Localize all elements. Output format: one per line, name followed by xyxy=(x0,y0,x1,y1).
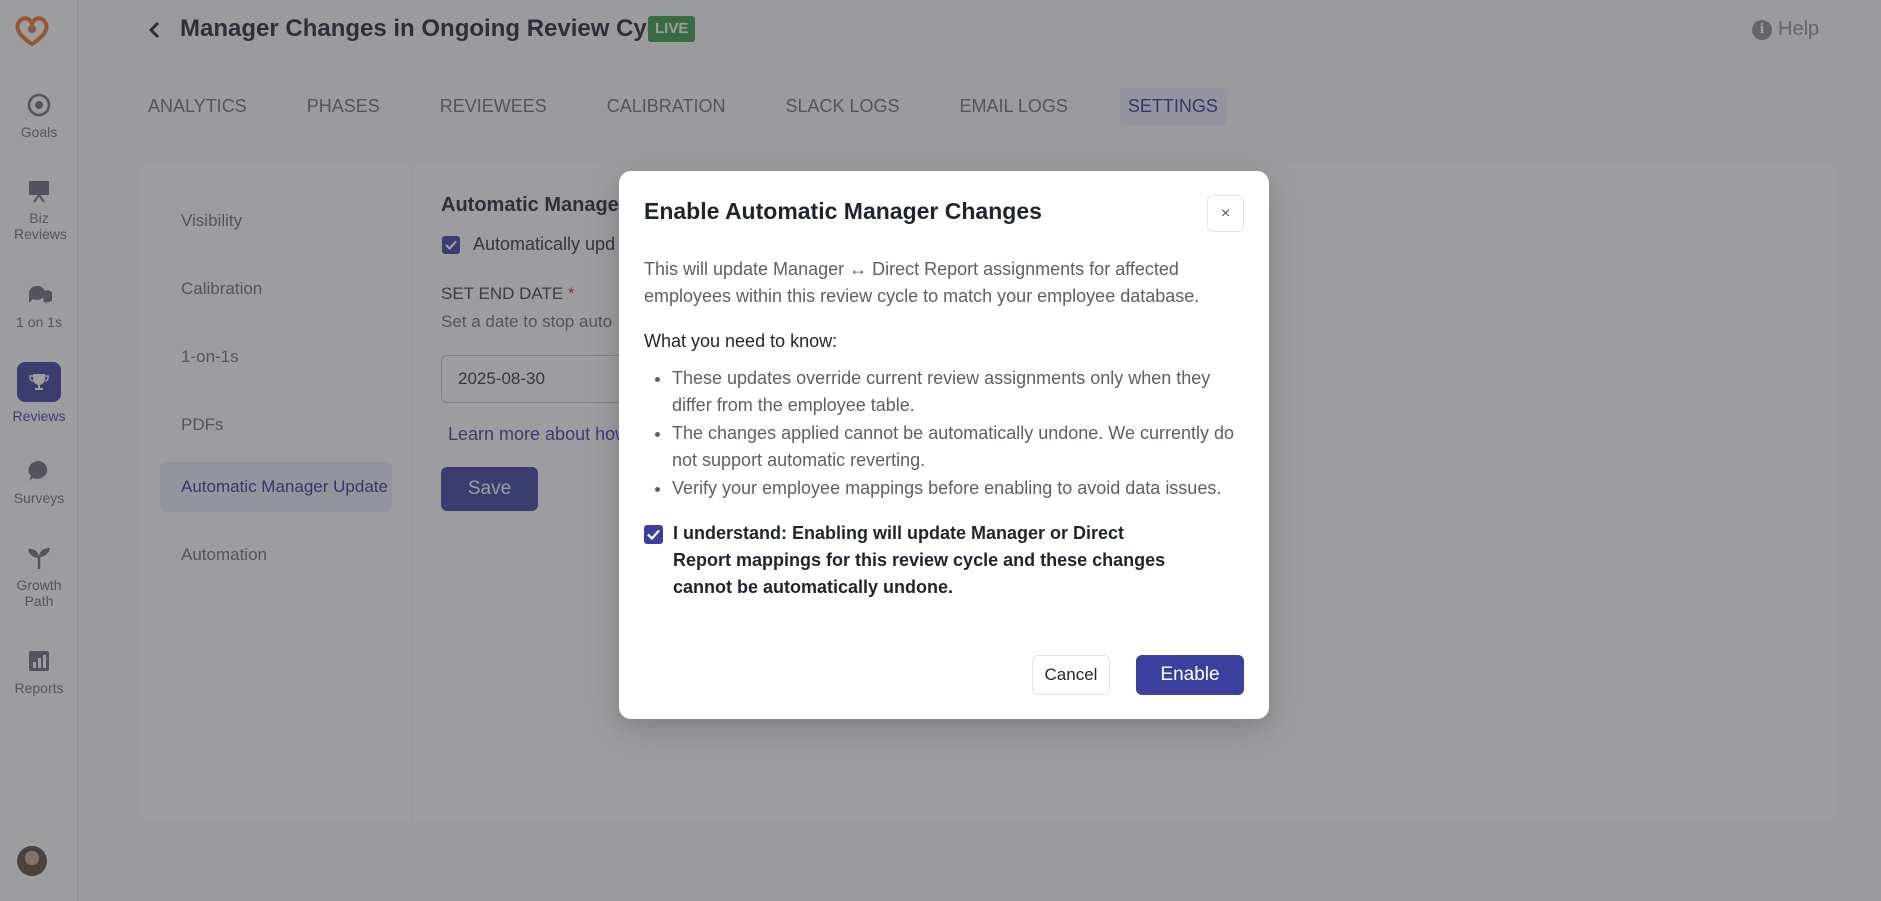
list-item: These updates override current review as… xyxy=(672,365,1252,419)
acknowledge-checkbox[interactable] xyxy=(644,525,663,544)
cancel-button[interactable]: Cancel xyxy=(1032,655,1110,695)
dialog-know-heading: What you need to know: xyxy=(644,331,838,351)
dialog-title: Enable Automatic Manager Changes xyxy=(644,198,1042,224)
close-button[interactable]: × xyxy=(1207,195,1244,232)
dialog-intro: This will update Manager ↔ Direct Report… xyxy=(644,259,1200,306)
acknowledge-label[interactable]: I understand: Enabling will update Manag… xyxy=(673,520,1173,601)
enable-dialog: Enable Automatic Manager Changes × This … xyxy=(619,171,1269,719)
checkmark-icon xyxy=(647,529,660,541)
list-item: Verify your employee mappings before ena… xyxy=(672,475,1252,502)
enable-button[interactable]: Enable xyxy=(1136,655,1244,695)
dialog-bullet-list: These updates override current review as… xyxy=(672,365,1252,503)
list-item: The changes applied cannot be automatica… xyxy=(672,420,1252,474)
